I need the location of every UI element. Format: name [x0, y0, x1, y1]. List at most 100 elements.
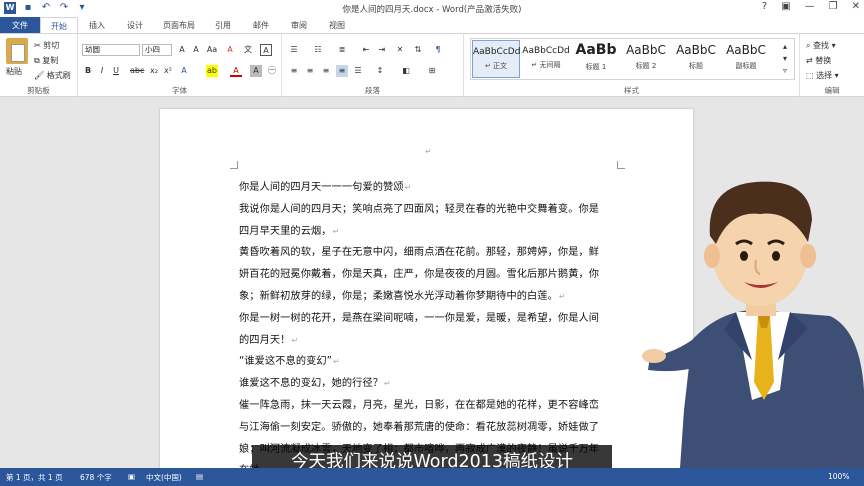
- document-line[interactable]: 与江海偷一刻安定。骄傲的，她奉着那荒唐的使命：看花放蕊树凋零，娇娃做了: [239, 417, 615, 439]
- close-icon[interactable]: ✕: [852, 1, 860, 12]
- tab-review[interactable]: 审阅: [280, 17, 318, 33]
- align-center-icon[interactable]: ≡: [304, 65, 316, 77]
- tab-view[interactable]: 视图: [318, 17, 356, 33]
- copy-button[interactable]: ⧉ 复制: [34, 55, 58, 66]
- document-page[interactable]: ↵ 你是人间的四月天一一一句爱的赞颂↵ 我说你是人间的四月天；笑响点亮了四面风；轻…: [160, 109, 693, 479]
- styles-scroll-down-icon[interactable]: ▾: [779, 53, 791, 65]
- line-text: 催一阵急雨，抹一天云霞，月亮，星光，日影，在在都是她的花样，更不容峰峦: [239, 399, 600, 411]
- window-title: 你是人间的四月天.docx - Word(产品激活失败): [342, 5, 522, 15]
- style-title[interactable]: AaBbC 标题: [672, 40, 720, 78]
- paste-button[interactable]: 粘贴: [6, 66, 22, 77]
- style-preview: AaBbC: [676, 43, 716, 57]
- borders-icon[interactable]: ⊞: [426, 65, 438, 77]
- document-line[interactable]: 的四月天！↵: [239, 330, 615, 352]
- tab-mailings[interactable]: 邮件: [242, 17, 280, 33]
- font-size-select[interactable]: 小四: [142, 44, 172, 56]
- select-button[interactable]: ⬚ 选择 ▾: [806, 70, 839, 81]
- chinese-layout-icon[interactable]: ✕: [394, 44, 406, 56]
- multilevel-list-icon[interactable]: ≣: [336, 44, 348, 56]
- document-line[interactable]: 妍百花的冠冕你戴着，你是天真，庄严，你是夜夜的月圆。雪化后那片鹅黄，你: [239, 264, 615, 286]
- page-count[interactable]: 第 1 页，共 1 页: [6, 472, 63, 483]
- line-spacing-icon[interactable]: ↕: [374, 65, 386, 77]
- document-line[interactable]: 黄昏吹着风的软，星子在无意中闪，细雨点洒在花前。那轻，那娉婷，你是，鲜: [239, 242, 615, 264]
- tab-design[interactable]: 设计: [116, 17, 154, 33]
- document-line[interactable]: 我说你是人间的四月天；笑响点亮了四面风；轻灵在春的光艳中交舞着变。你是: [239, 199, 615, 221]
- style-no-spacing[interactable]: AaBbCcDd ↵ 无间隔: [522, 40, 570, 78]
- line-text: 象；新鲜初放芽的绿，你是；柔嫩喜悦水光浮动着你梦期待中的白莲。: [239, 290, 558, 302]
- document-line[interactable]: 你是一树一树的花开，是燕在梁间呢喃，一一你是爱，是暖，是希望，你是人间: [239, 308, 615, 330]
- tab-home[interactable]: 开始: [40, 17, 78, 33]
- show-marks-icon[interactable]: ¶: [432, 44, 444, 56]
- phonetic-icon[interactable]: 文: [242, 44, 254, 56]
- tab-references[interactable]: 引用: [204, 17, 242, 33]
- document-line[interactable]: 象；新鲜初放芽的绿，你是；柔嫩喜悦水光浮动着你梦期待中的白莲。↵: [239, 286, 615, 308]
- subscript-icon[interactable]: x₂: [148, 65, 160, 77]
- style-name: 副标题: [735, 62, 757, 70]
- brush-icon: 🖌: [34, 71, 45, 80]
- replace-button[interactable]: ⇄ 替换: [806, 55, 831, 66]
- language-status[interactable]: 中文(中国): [146, 472, 182, 483]
- justify-icon[interactable]: ≡: [336, 65, 348, 77]
- align-right-icon[interactable]: ≡: [320, 65, 332, 77]
- restore-icon[interactable]: ❐: [829, 1, 838, 12]
- underline-icon[interactable]: U: [110, 65, 122, 77]
- cut-button[interactable]: ✂ 剪切: [34, 40, 59, 51]
- document-line[interactable]: “谁爱这不息的变幻”↵: [239, 351, 615, 373]
- font-color-icon[interactable]: A: [230, 65, 242, 77]
- zoom-level[interactable]: 100%: [828, 472, 849, 481]
- paragraph-mark-icon: ↵: [384, 379, 391, 389]
- text-effects-icon[interactable]: A: [178, 65, 190, 77]
- word-count[interactable]: 678 个字: [80, 472, 112, 483]
- help-icon[interactable]: ?: [762, 1, 767, 12]
- style-heading-2[interactable]: AaBbC 标题 2: [622, 40, 670, 78]
- align-left-icon[interactable]: ≡: [288, 65, 300, 77]
- style-heading-1[interactable]: AaBb 标题 1: [572, 40, 620, 78]
- bold-icon[interactable]: B: [82, 65, 94, 77]
- cut-label: 剪切: [43, 41, 60, 50]
- char-shading-icon[interactable]: A: [250, 65, 262, 77]
- highlight-icon[interactable]: ab: [206, 65, 218, 77]
- sort-icon[interactable]: ⇅: [412, 44, 424, 56]
- decrease-indent-icon[interactable]: ⇤: [360, 44, 372, 56]
- margin-corner-mark: [617, 161, 625, 169]
- strikethrough-icon[interactable]: abc: [130, 65, 144, 77]
- font-family-select[interactable]: 幼圆: [82, 44, 140, 56]
- styles-scroll-up-icon[interactable]: ▴: [779, 41, 791, 53]
- document-line[interactable]: 四月早天里的云烟，↵: [239, 221, 615, 243]
- document-line[interactable]: 你是人间的四月天一一一句爱的赞颂↵: [239, 177, 615, 199]
- styles-more-icon[interactable]: ▿: [779, 65, 791, 77]
- char-border-icon[interactable]: A: [260, 44, 272, 56]
- find-button[interactable]: ⌕ 查找 ▾: [806, 40, 836, 51]
- increase-indent-icon[interactable]: ⇥: [376, 44, 388, 56]
- paste-icon[interactable]: [6, 38, 28, 64]
- shading-icon[interactable]: ◧: [400, 65, 412, 77]
- bullets-icon[interactable]: ☰: [288, 44, 300, 56]
- superscript-icon[interactable]: x²: [162, 65, 174, 77]
- shrink-font-icon[interactable]: A: [190, 44, 202, 56]
- document-body[interactable]: 你是人间的四月天一一一句爱的赞颂↵ 我说你是人间的四月天；笑响点亮了四面风；轻灵在…: [239, 177, 615, 482]
- grow-font-icon[interactable]: A: [176, 44, 188, 56]
- document-line[interactable]: 谁爱这不息的变幻，她的行径？↵: [239, 373, 615, 395]
- italic-icon[interactable]: I: [96, 65, 108, 77]
- style-subtitle[interactable]: AaBbC 副标题: [722, 40, 770, 78]
- document-line[interactable]: 催一阵急雨，抹一天云霞，月亮，星光，日影，在在都是她的花样，更不容峰峦: [239, 395, 615, 417]
- style-preview: AaBbCcDd: [522, 46, 570, 56]
- format-painter-button[interactable]: 🖌 格式刷: [34, 70, 71, 81]
- clear-format-icon[interactable]: A: [224, 44, 236, 56]
- tab-insert[interactable]: 插入: [78, 17, 116, 33]
- macro-icon[interactable]: ▤: [196, 472, 203, 481]
- proofing-icon[interactable]: ▣: [128, 472, 135, 481]
- minimize-icon[interactable]: —: [805, 1, 815, 12]
- copy-label: 复制: [42, 56, 59, 65]
- format-painter-label: 格式刷: [46, 71, 71, 80]
- enclose-char-icon[interactable]: ㊀: [266, 65, 278, 77]
- style-normal[interactable]: AaBbCcDd ↵ 正文: [472, 40, 520, 78]
- clipboard-group: 粘贴 ✂ 剪切 ⧉ 复制 🖌 格式刷 剪贴板: [0, 34, 78, 98]
- distribute-icon[interactable]: ☰: [352, 65, 364, 77]
- change-case-icon[interactable]: Aa: [206, 44, 218, 56]
- line-text: 你是人间的四月天一一一句爱的赞颂: [239, 182, 404, 193]
- numbering-icon[interactable]: ☷: [312, 44, 324, 56]
- ribbon-display-icon[interactable]: ▣: [781, 1, 790, 12]
- tab-file[interactable]: 文件: [0, 17, 40, 33]
- tab-page-layout[interactable]: 页面布局: [154, 17, 204, 33]
